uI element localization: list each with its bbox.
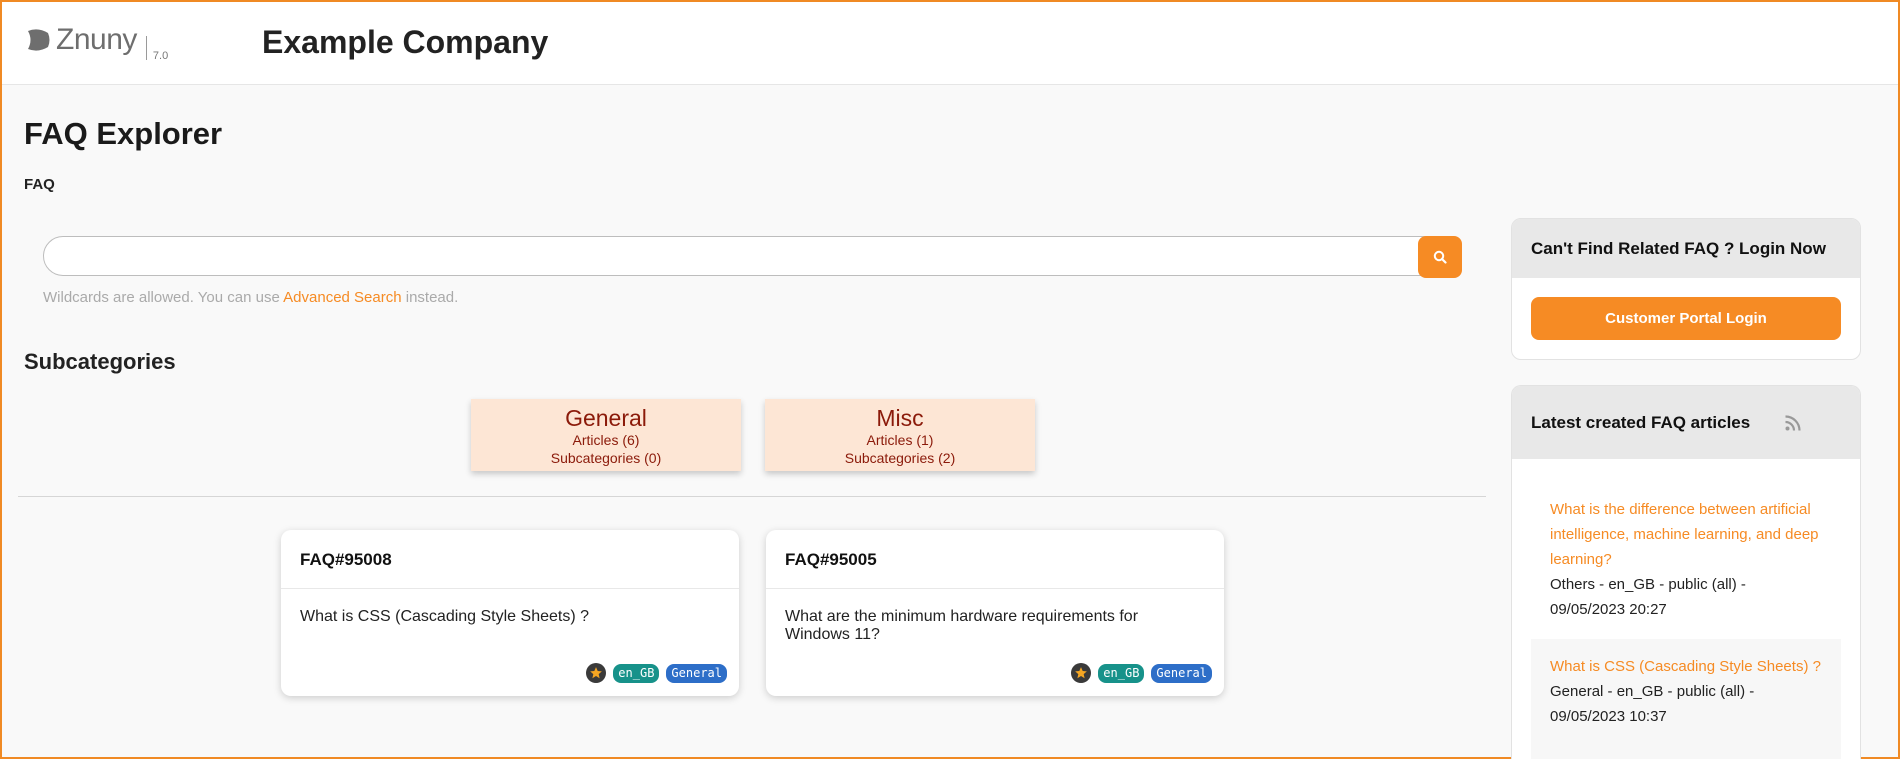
category-name: Misc <box>876 405 924 431</box>
category-tag: General <box>666 663 727 683</box>
search-input[interactable] <box>43 236 1443 276</box>
faq-question: What are the minimum hardware requiremen… <box>785 608 1139 643</box>
search-hint-before: Wildcards are allowed. You can use <box>43 289 280 306</box>
search-hint-after: instead. <box>405 289 459 306</box>
latest-article-link[interactable]: What is CSS (Cascading Style Sheets) ? <box>1550 654 1822 679</box>
category-tag: General <box>1151 663 1212 683</box>
app-header: Znuny 7.0 Example Company <box>2 2 1898 85</box>
category-name: General <box>565 405 647 431</box>
login-box-title: Can't Find Related FAQ ? Login Now <box>1531 239 1826 258</box>
logo-separator <box>145 36 147 60</box>
faq-tags: en_GB General <box>1071 663 1212 683</box>
star-icon <box>1071 663 1092 683</box>
latest-articles-header: Latest created FAQ articles <box>1512 386 1860 459</box>
company-name: Example Company <box>262 24 549 60</box>
faq-id: FAQ#95008 <box>300 550 392 569</box>
language-tag: en_GB <box>1098 663 1145 683</box>
search-icon <box>1433 250 1447 264</box>
latest-article-meta: Others - en_GB - public (all) - 09/05/20… <box>1550 576 1746 618</box>
login-box: Can't Find Related FAQ ? Login Now Custo… <box>1511 218 1861 360</box>
star-icon <box>586 663 607 683</box>
page-title: FAQ Explorer <box>24 116 223 151</box>
latest-article-link[interactable]: What is the difference between artificia… <box>1550 497 1822 572</box>
category-general[interactable]: General Articles (6) Subcategories (0) <box>471 399 741 471</box>
version-label: 7.0 <box>152 50 169 62</box>
latest-article-item: What is the difference between artificia… <box>1531 497 1841 622</box>
breadcrumb[interactable]: FAQ <box>24 176 55 193</box>
latest-article-meta: General - en_GB - public (all) - 09/05/2… <box>1550 683 1755 725</box>
category-articles: Articles (6) <box>572 432 640 448</box>
znuny-logo[interactable]: Znuny 7.0 <box>24 24 168 64</box>
category-subcategories: Subcategories (0) <box>550 450 662 466</box>
faq-question: What is CSS (Cascading Style Sheets) ? <box>300 608 590 625</box>
customer-portal-login-button[interactable]: Customer Portal Login <box>1531 297 1841 340</box>
faq-card-divider <box>766 588 1224 589</box>
rss-icon[interactable] <box>1784 414 1802 432</box>
latest-articles-title: Latest created FAQ articles <box>1531 413 1751 432</box>
search-hint: Wildcards are allowed. You can use Advan… <box>43 289 458 306</box>
subcategories-title: Subcategories <box>24 349 176 374</box>
faq-id: FAQ#95005 <box>785 550 877 569</box>
language-tag: en_GB <box>613 663 660 683</box>
latest-articles-box: Latest created FAQ articles What is the … <box>1511 385 1861 759</box>
faq-card[interactable]: FAQ#95008 What is CSS (Cascading Style S… <box>281 530 739 696</box>
login-box-header: Can't Find Related FAQ ? Login Now <box>1512 219 1860 278</box>
search-bar <box>43 236 1463 278</box>
faq-card[interactable]: FAQ#95005 What are the minimum hardware … <box>766 530 1224 696</box>
search-button[interactable] <box>1418 236 1462 278</box>
section-divider <box>18 496 1486 497</box>
faq-tags: en_GB General <box>586 663 727 683</box>
znuny-logo-icon <box>28 29 50 51</box>
logo-text: Znuny <box>56 23 137 56</box>
category-subcategories: Subcategories (2) <box>844 450 956 466</box>
category-articles: Articles (1) <box>866 432 934 448</box>
latest-article-item: What is CSS (Cascading Style Sheets) ? G… <box>1531 639 1841 759</box>
faq-card-divider <box>281 588 739 589</box>
category-misc[interactable]: Misc Articles (1) Subcategories (2) <box>765 399 1035 471</box>
advanced-search-link[interactable]: Advanced Search <box>283 289 401 306</box>
